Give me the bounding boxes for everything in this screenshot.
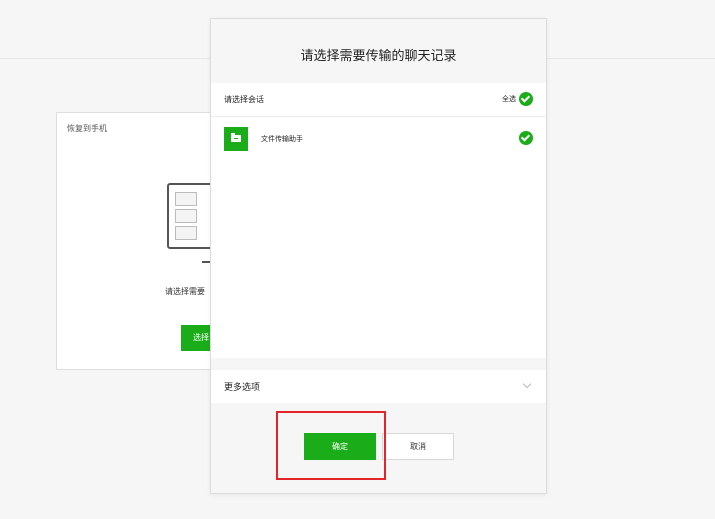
chat-list-panel: 请选择会话 全选 文件传输助手 [211,83,546,358]
chat-name: 文件传输助手 [261,135,303,143]
folder-icon [224,127,248,151]
chevron-down-icon [522,379,532,389]
chat-check-icon[interactable] [519,131,533,145]
card-hint: 请选择需要 [165,287,205,296]
confirm-button[interactable]: 确定 [304,433,376,460]
chat-list-item[interactable]: 文件传输助手 [211,123,546,159]
card-title: 恢复到手机 [67,124,107,133]
select-all-check-icon[interactable] [519,92,533,106]
transfer-chat-dialog: 请选择需要传输的聊天记录 请选择会话 全选 文件传输助手 更多选项 确定 取消 [210,18,547,494]
chat-list-header: 请选择会话 全选 [211,83,546,117]
chat-list-label: 请选择会话 [224,95,264,104]
more-options-label: 更多选项 [224,383,261,393]
select-all-label[interactable]: 全选 [502,94,516,104]
more-options-row[interactable]: 更多选项 [211,370,546,403]
cancel-button[interactable]: 取消 [382,433,454,460]
dialog-title: 请选择需要传输的聊天记录 [300,49,457,64]
